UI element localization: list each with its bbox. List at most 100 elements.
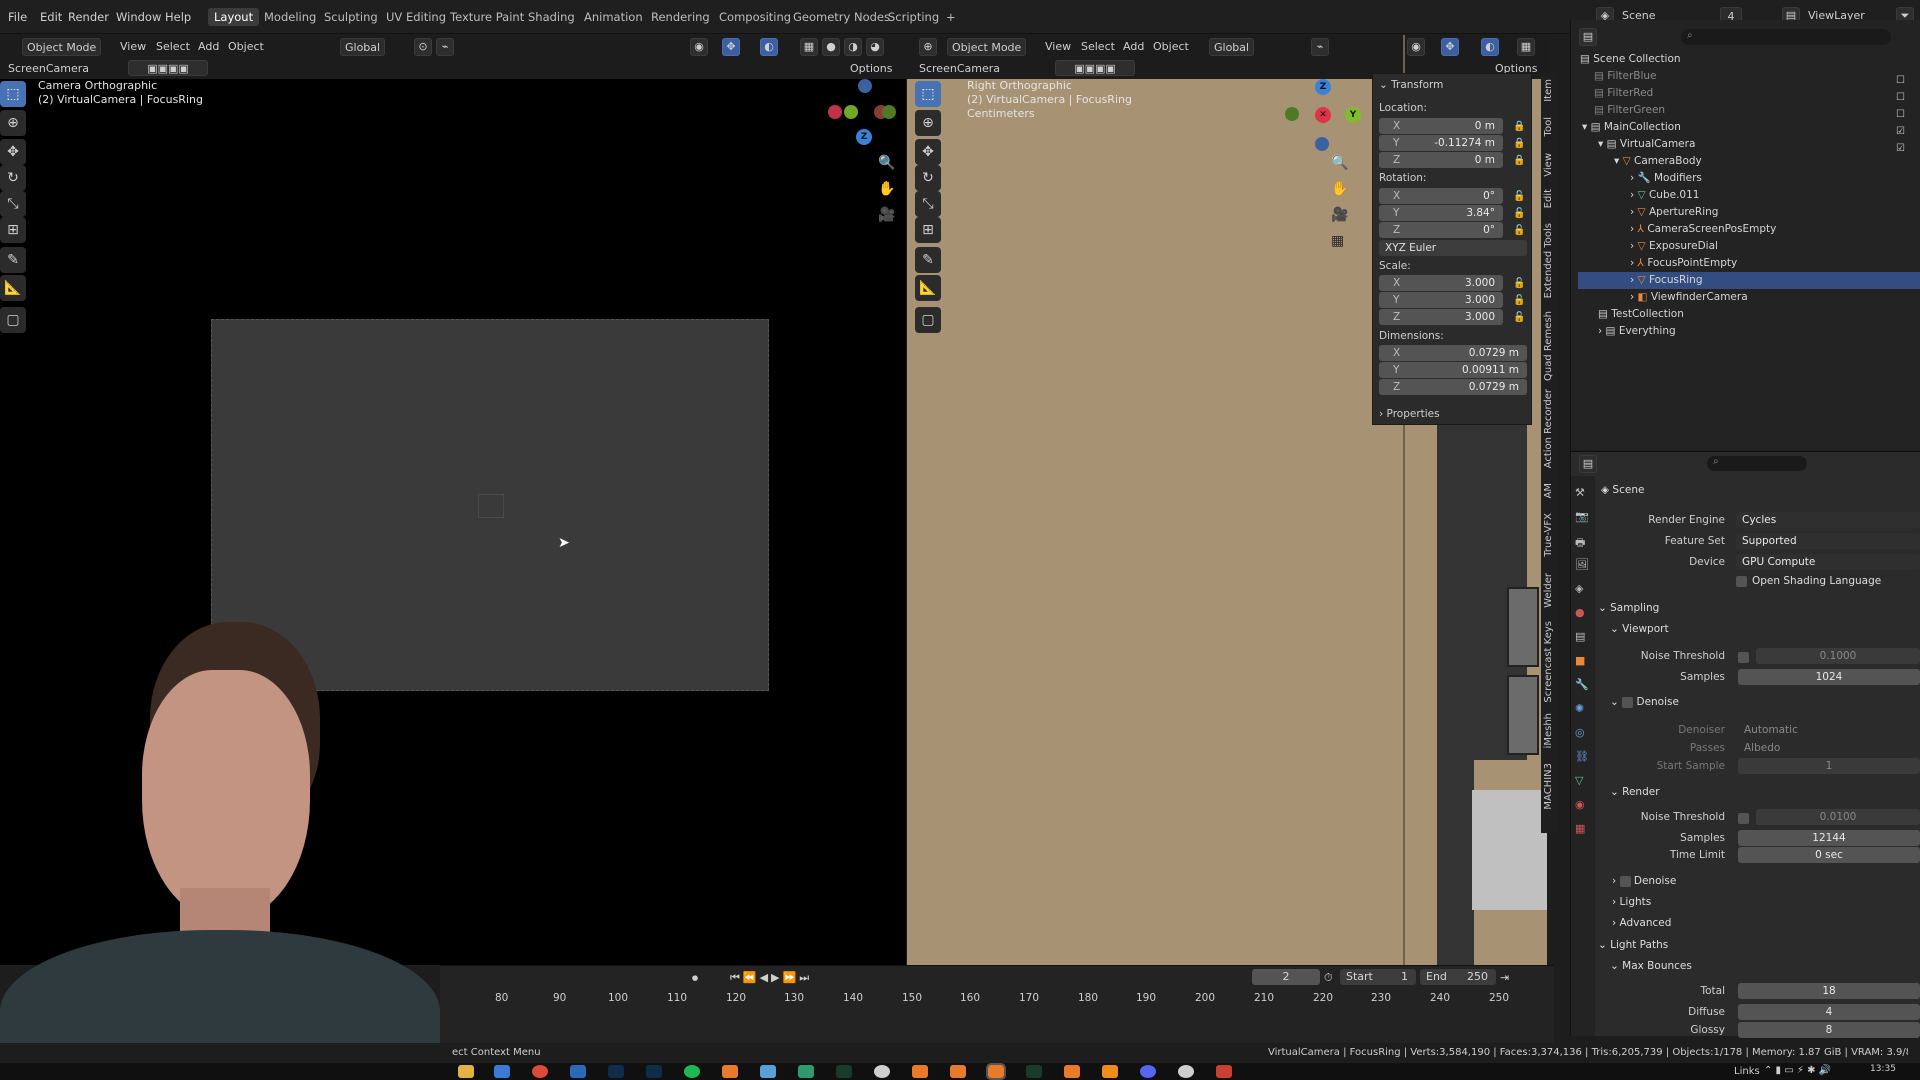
feature-set-dropdown[interactable]: Supported: [1736, 533, 1920, 549]
pan-hand-icon[interactable]: ✋: [878, 181, 895, 197]
gizmo-z-dot[interactable]: Z: [856, 129, 872, 145]
outliner-row-focuspointempty[interactable]: › ⅄ FocusPointEmpty: [1578, 255, 1920, 272]
texture-tab-icon[interactable]: ▦: [1575, 822, 1585, 835]
right-xray-icon[interactable]: ▦: [1517, 38, 1535, 56]
lens-segment-side[interactable]: [1507, 675, 1539, 755]
expand-arrow-icon[interactable]: ›: [1630, 189, 1638, 201]
tab-true-vfx[interactable]: True-VFX: [1543, 513, 1554, 557]
denoise-checkbox[interactable]: [1622, 696, 1634, 708]
expand-arrow-icon[interactable]: ›: [1630, 291, 1638, 303]
right-measure-tool-icon[interactable]: 📐: [915, 275, 941, 301]
taskbar-blender-icon[interactable]: [722, 1065, 738, 1078]
right-gizmo-z-dot[interactable]: Z: [1315, 79, 1331, 95]
tab-animation[interactable]: Animation: [578, 8, 649, 26]
shading-rendered-icon[interactable]: ◕: [866, 38, 884, 56]
right-annotate-tool-icon[interactable]: ✎: [915, 247, 941, 273]
taskbar-app-icon[interactable]: [570, 1065, 586, 1078]
outliner-row-testcollection[interactable]: ▤ TestCollection: [1578, 306, 1920, 323]
menu-edit[interactable]: Edit: [40, 10, 62, 24]
right-object-mode-dropdown[interactable]: Object Mode: [947, 38, 1027, 56]
taskbar-blender3-icon[interactable]: [950, 1065, 966, 1078]
expand-arrow-icon[interactable]: ›: [1630, 257, 1638, 269]
expand-arrow-icon[interactable]: ›: [1630, 274, 1638, 286]
snap-icon[interactable]: ⌁: [436, 38, 454, 56]
taskbar-app4-icon[interactable]: [874, 1065, 890, 1078]
right-grid-icon[interactable]: ▦: [1331, 233, 1344, 249]
render-noise-checkbox[interactable]: [1738, 813, 1749, 824]
right-gizmo-y-dot[interactable]: Y: [1345, 107, 1361, 123]
viewport-samples-field[interactable]: 1024: [1738, 669, 1920, 685]
device-dropdown[interactable]: GPU Compute: [1736, 554, 1920, 570]
taskbar-clock[interactable]: 13:35: [1870, 1064, 1896, 1074]
checkbox-icon[interactable]: ☐: [1896, 72, 1916, 89]
taskbar-chrome-icon[interactable]: [532, 1065, 548, 1078]
taskbar-lightroom-icon[interactable]: [608, 1065, 624, 1078]
expand-arrow-icon[interactable]: ›: [1630, 240, 1638, 252]
menu-help[interactable]: Help: [165, 10, 191, 24]
tab-am[interactable]: AM: [1543, 483, 1554, 498]
outliner-row-exposuredial[interactable]: › ▽ ExposureDial: [1578, 238, 1920, 255]
right-add-cube-tool-icon[interactable]: ▢: [915, 307, 941, 333]
render-samples-field[interactable]: 12144: [1738, 830, 1920, 846]
location-y-field[interactable]: Y -0.11274 m: [1379, 135, 1503, 151]
options-dropdown[interactable]: Options: [846, 60, 896, 78]
add-menu[interactable]: Add: [194, 38, 223, 56]
scale-z-field[interactable]: Z 3.000: [1379, 309, 1503, 325]
light-paths-panel-header[interactable]: ⌄ Light Paths: [1598, 939, 1668, 951]
render-tab-icon[interactable]: 📷: [1575, 510, 1589, 523]
outliner-row-filtergreen[interactable]: ▤ FilterGreen: [1578, 102, 1920, 119]
xray-icon[interactable]: ▦: [800, 38, 818, 56]
taskbar-app5-icon[interactable]: [1178, 1065, 1194, 1078]
taskbar-spotify-icon[interactable]: [684, 1065, 700, 1078]
right-orientation-dropdown[interactable]: Global: [1209, 38, 1255, 56]
expand-arrow-icon[interactable]: ›: [1630, 223, 1638, 235]
outliner-row-viewfindercamera[interactable]: › ◧ ViewfinderCamera: [1578, 289, 1920, 306]
move-tool-icon[interactable]: ✥: [0, 139, 26, 165]
right-gizmo-neg-y-dot[interactable]: [1285, 107, 1299, 121]
right-camera-view-icon[interactable]: 🎥: [1331, 207, 1348, 223]
checked-box-icon[interactable]: ☑: [1896, 123, 1916, 140]
editor-type-icon[interactable]: ⊕: [919, 38, 937, 56]
transform-header[interactable]: ⌄ Transform: [1379, 79, 1443, 91]
right-scale-tool-icon[interactable]: ⤡: [915, 191, 941, 217]
outliner-row-modifiers[interactable]: › 🔧 Modifiers: [1578, 170, 1920, 187]
gizmo-neg-y-dot[interactable]: [882, 105, 896, 119]
taskbar-app6-icon[interactable]: [1216, 1065, 1232, 1078]
start-frame-field[interactable]: Start 1: [1340, 969, 1416, 985]
tab-machin3[interactable]: MACHIN3: [1543, 763, 1554, 810]
unlock-icon[interactable]: 🔓: [1513, 192, 1525, 202]
right-move-tool-icon[interactable]: ✥: [915, 139, 941, 165]
gizmo-x-dot[interactable]: [828, 105, 842, 119]
outliner-row-focusring[interactable]: › ▽ FocusRing: [1578, 272, 1920, 289]
rotation-mode-dropdown[interactable]: XYZ Euler: [1379, 240, 1527, 256]
right-select-tool-icon[interactable]: ⬚: [915, 81, 941, 107]
tab-shading[interactable]: Shading: [522, 8, 581, 26]
passes-dropdown[interactable]: Albedo: [1738, 740, 1920, 756]
tab-tool[interactable]: Tool: [1543, 117, 1554, 136]
outliner-row-everything[interactable]: › ▤ Everything: [1578, 323, 1920, 340]
taskbar-blender-active-icon[interactable]: [986, 1063, 1006, 1080]
tab-geometry-nodes[interactable]: Geometry Nodes: [787, 8, 896, 26]
material-tab-icon[interactable]: ◉: [1575, 798, 1585, 811]
particles-tab-icon[interactable]: ✺: [1575, 702, 1584, 715]
tab-rendering[interactable]: Rendering: [645, 8, 716, 26]
outliner-row-filterblue[interactable]: ▤ FilterBlue: [1578, 68, 1920, 85]
properties-editor-icon[interactable]: ▤: [1579, 455, 1597, 473]
tab-uv-editing[interactable]: UV Editing: [380, 8, 452, 26]
taskbar-links[interactable]: Links: [1734, 1066, 1760, 1077]
advanced-subpanel-header[interactable]: › Advanced: [1612, 917, 1671, 929]
right-overlay-icon[interactable]: ◐: [1481, 38, 1499, 56]
denoise-subpanel-header[interactable]: ⌄ Denoise: [1610, 696, 1679, 708]
playback-controls[interactable]: ⏮⏪◀▶⏩⏭: [730, 971, 812, 985]
checkbox-icon[interactable]: ☐: [1896, 106, 1916, 123]
unlock-icon[interactable]: 🔓: [1513, 313, 1525, 323]
checked-box-icon[interactable]: ☑: [1896, 140, 1916, 157]
right-zoom-icon[interactable]: 🔍: [1331, 155, 1348, 171]
taskbar-photoshop-icon[interactable]: [646, 1065, 662, 1078]
time-limit-field[interactable]: 0 sec: [1738, 847, 1920, 863]
scale-y-field[interactable]: Y 3.000: [1379, 292, 1503, 308]
lock-icon[interactable]: 🔒: [1513, 139, 1525, 149]
outliner-row-maincollection[interactable]: ▾ ▤ MainCollection: [1578, 119, 1920, 136]
frame-step-icon[interactable]: ⇥: [1500, 971, 1509, 984]
shading-solid-icon[interactable]: ●: [822, 38, 840, 56]
